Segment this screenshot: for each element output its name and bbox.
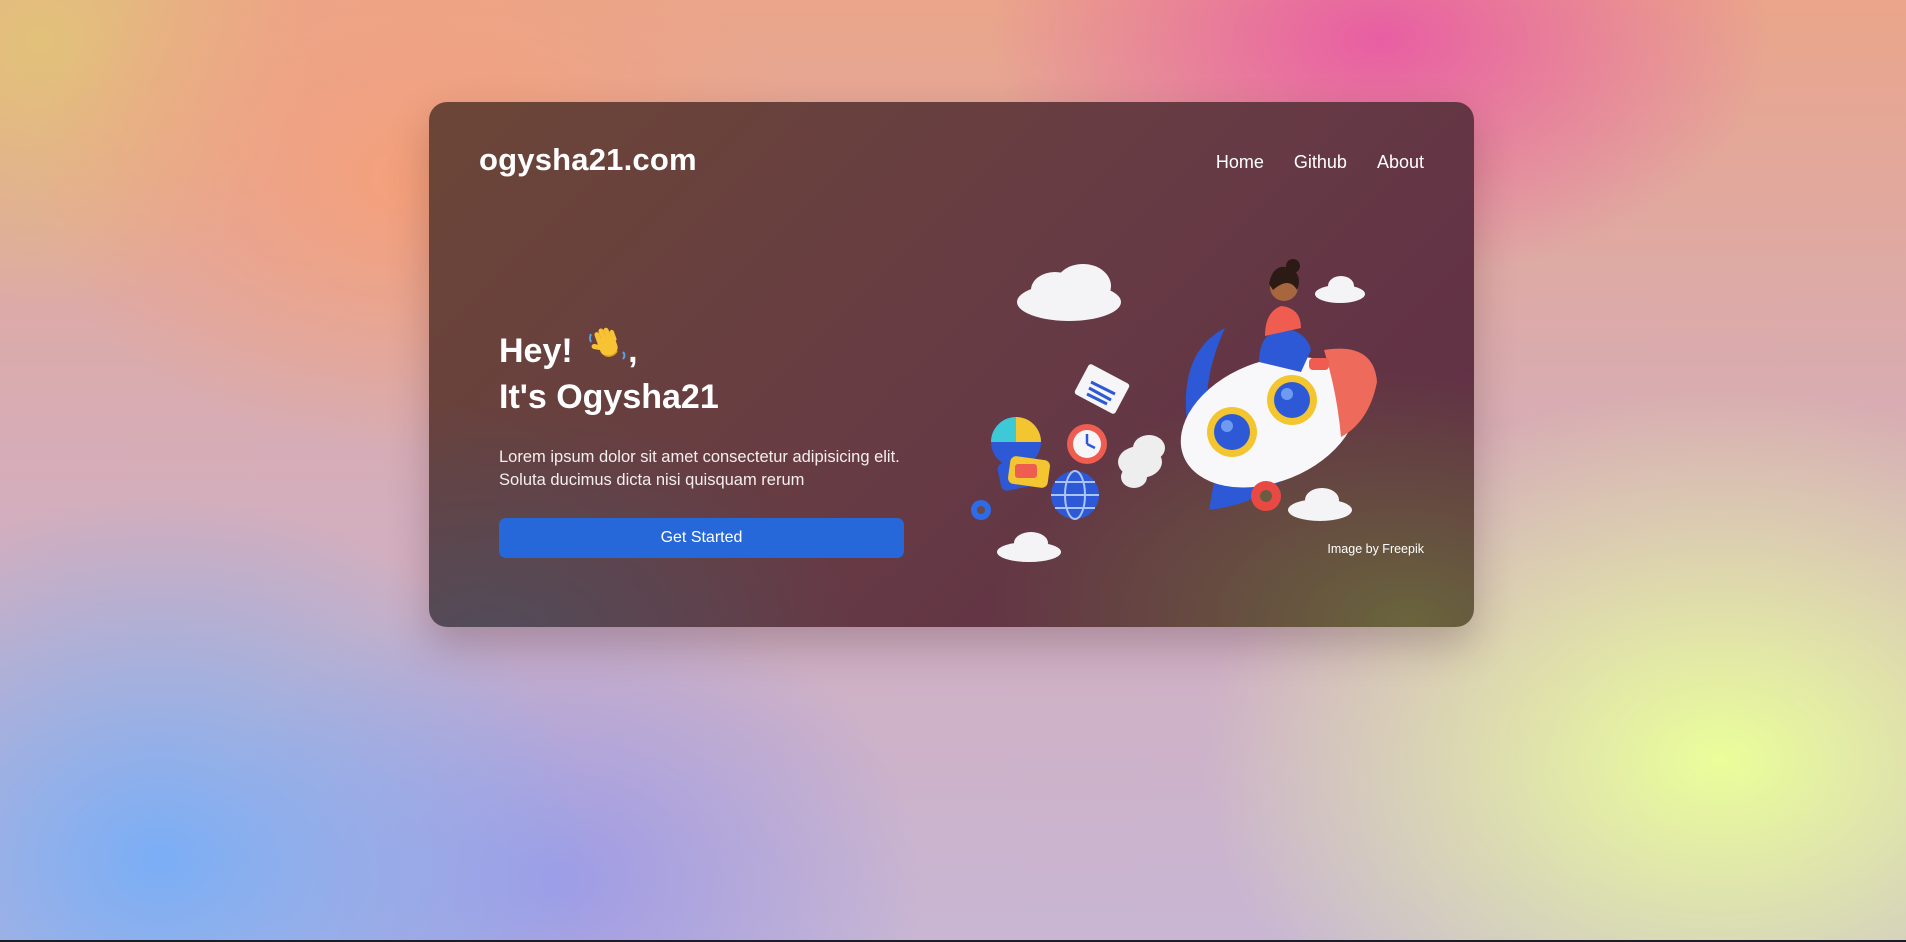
cloud-icon: [997, 532, 1061, 562]
hero-description: Lorem ipsum dolor sit amet consectetur a…: [499, 446, 919, 492]
waving-hand-icon: [588, 324, 628, 375]
hero-section: Hey! , It's Ogysha21 Lorem ipsum dolor s…: [499, 324, 919, 558]
nav-link-about[interactable]: About: [1377, 152, 1424, 173]
rocket-illustration: [969, 232, 1409, 562]
cloud-icon: [1017, 264, 1121, 321]
cloud-icon: [1288, 488, 1352, 521]
globe-icon: [1051, 470, 1099, 520]
nav-link-github[interactable]: Github: [1294, 152, 1347, 173]
cloud-icon: [1118, 435, 1165, 488]
gear-icon: [1251, 481, 1281, 511]
hero-name-text: It's Ogysha21: [499, 378, 719, 416]
hero-description-line-2: Soluta ducimus dicta nisi quisquam rerum: [499, 471, 805, 489]
document-icon: [1074, 364, 1130, 414]
image-credit[interactable]: Image by Freepik: [1327, 542, 1424, 556]
gear-icon: [971, 500, 991, 520]
clock-icon: [1067, 424, 1107, 464]
site-logo-text[interactable]: ogysha21.com: [479, 142, 697, 178]
woman-figure-icon: [1259, 259, 1329, 372]
hero-greeting-comma: ,: [628, 332, 638, 370]
get-started-button[interactable]: Get Started: [499, 518, 904, 558]
top-nav: Home Github About: [1216, 152, 1424, 173]
hero-heading: Hey! , It's Ogysha21: [499, 324, 919, 419]
nav-link-home[interactable]: Home: [1216, 152, 1264, 173]
cloud-icon: [1315, 276, 1365, 303]
hero-card: ogysha21.com Home Github About Hey! , It…: [429, 102, 1474, 627]
hero-greeting-text: Hey!: [499, 332, 573, 370]
hero-description-line-1: Lorem ipsum dolor sit amet consectetur a…: [499, 448, 900, 466]
